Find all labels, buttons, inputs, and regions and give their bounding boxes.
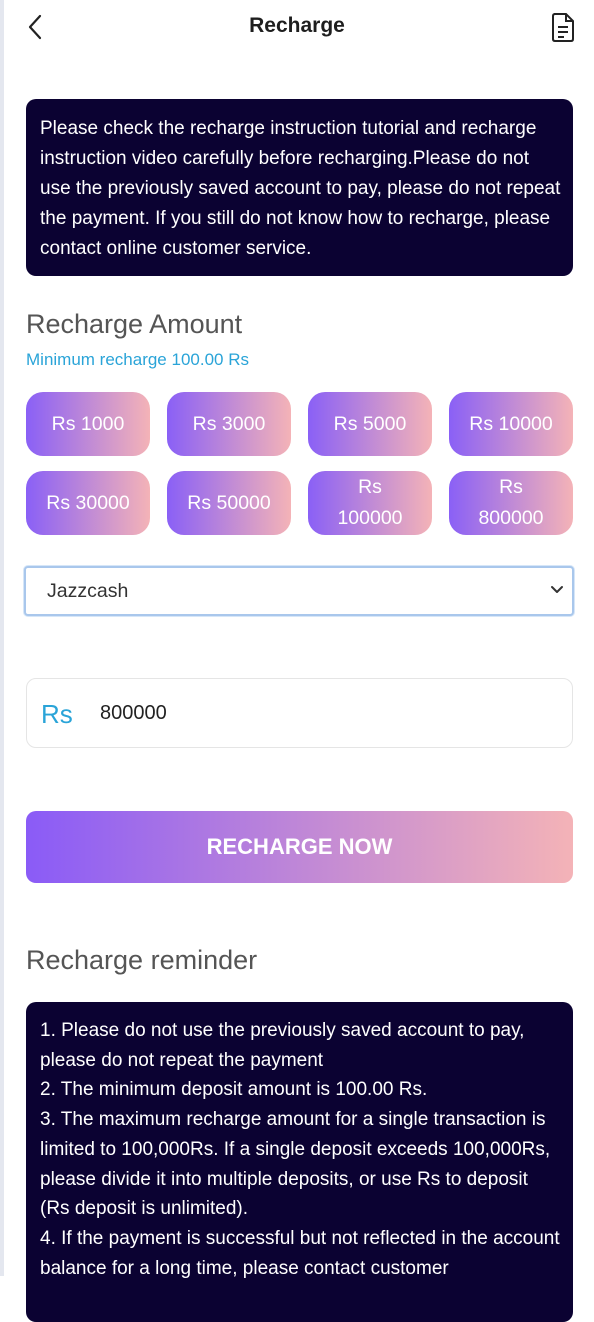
reminder-line: 1. Please do not use the previously save… <box>40 1020 525 1071</box>
recharge-reminder-title: Recharge reminder <box>26 945 258 975</box>
instruction-notice: Please check the recharge instruction tu… <box>26 99 573 276</box>
minimum-recharge-text: Minimum recharge 100.00 Rs <box>26 350 249 369</box>
amount-option-100000[interactable]: Rs 100000 <box>308 471 432 535</box>
amount-option-800000[interactable]: Rs 800000 <box>449 471 573 535</box>
amount-option-50000[interactable]: Rs 50000 <box>167 471 291 535</box>
reminder-panel: 1. Please do not use the previously save… <box>26 1002 573 1322</box>
recharge-amount-title: Recharge Amount <box>26 309 243 339</box>
amount-option-10000[interactable]: Rs 10000 <box>449 392 573 456</box>
reminder-line: 2. The minimum deposit amount is 100.00 … <box>40 1079 428 1101</box>
page-left-border <box>0 0 4 1276</box>
amount-input-value[interactable]: 800000 <box>100 702 167 725</box>
reminder-line: 3. The maximum recharge amount for a sin… <box>40 1109 551 1220</box>
payment-method-value: Jazzcash <box>47 580 129 602</box>
reminder-line: 4. If the payment is successful but not … <box>40 1227 560 1279</box>
payment-method-select[interactable]: Jazzcash <box>24 566 574 616</box>
amount-option-1000[interactable]: Rs 1000 <box>26 392 150 456</box>
currency-prefix: Rs <box>41 699 73 729</box>
amount-option-30000[interactable]: Rs 30000 <box>26 471 150 535</box>
document-icon <box>552 13 574 42</box>
chevron-down-icon <box>551 586 563 593</box>
recharge-now-button[interactable]: RECHARGE NOW <box>26 811 573 883</box>
amount-option-5000[interactable]: Rs 5000 <box>308 392 432 456</box>
records-button[interactable] <box>548 11 578 43</box>
amount-input[interactable]: Rs 800000 <box>26 678 573 748</box>
page-title: Recharge <box>249 14 345 37</box>
amount-option-3000[interactable]: Rs 3000 <box>167 392 291 456</box>
top-bar: Recharge <box>0 0 594 56</box>
